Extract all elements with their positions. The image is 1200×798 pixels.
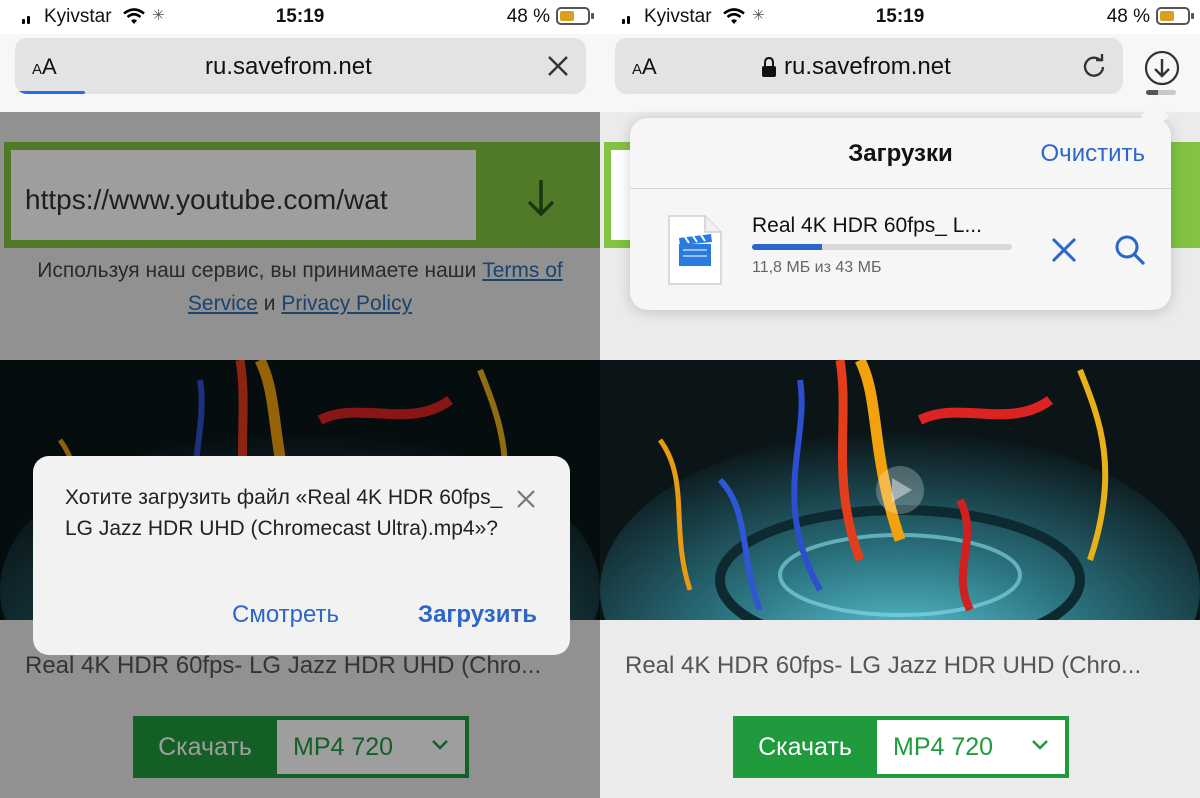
close-icon[interactable] [546, 54, 570, 78]
chevron-down-icon [1032, 740, 1048, 750]
reload-icon[interactable] [1081, 53, 1107, 79]
downloads-icon[interactable] [1144, 50, 1180, 86]
battery-icon [556, 7, 594, 25]
battery-percent: 48 % [506, 6, 550, 27]
battery-icon [1156, 7, 1194, 25]
left-phone-screen: Kyivstar ✳ 15:19 48 % AA ru.savefrom.net… [0, 0, 600, 798]
page-load-progress [15, 91, 85, 94]
browser-toolbar: AA ru.savefrom.net [0, 34, 600, 112]
status-bar: Kyivstar ✳ 15:19 48 % [600, 0, 1200, 136]
lock-icon [762, 57, 776, 77]
url-text: ru.savefrom.net [762, 53, 951, 81]
video-file-icon [668, 215, 722, 285]
video-thumbnail[interactable] [600, 360, 1200, 620]
download-progress-text: 11,8 МБ из 43 МБ [752, 259, 882, 276]
address-bar[interactable]: AA ru.savefrom.net [615, 38, 1123, 94]
dialog-message: Хотите загрузить файл «Real 4K HDR 60fps… [65, 486, 503, 540]
clear-downloads-button[interactable]: Очистить [1041, 140, 1145, 168]
modal-dim-overlay [0, 112, 600, 798]
download-button[interactable]: Скачать [733, 716, 877, 778]
address-bar[interactable]: AA ru.savefrom.net [15, 38, 586, 94]
close-icon[interactable] [516, 489, 536, 509]
downloads-popover: Загрузки Очистить Real 4K HDR 60fps_ L..… [630, 118, 1171, 310]
video-title: Real 4K HDR 60fps- LG Jazz HDR UHD (Chro… [625, 652, 1142, 679]
download-confirm-button[interactable]: Загрузить [418, 601, 537, 629]
divider [630, 188, 1171, 189]
url-text: ru.savefrom.net [205, 53, 372, 80]
toolbar-download-progress [1146, 90, 1176, 95]
show-in-files-icon[interactable] [1114, 234, 1146, 266]
download-row: Скачать MP4 720 [733, 716, 1069, 778]
battery-percent: 48 % [1106, 6, 1150, 27]
status-bar: Kyivstar ✳ 15:19 48 % [0, 0, 600, 136]
format-select[interactable]: MP4 720 [877, 720, 1065, 774]
text-size-button[interactable]: AA [32, 54, 57, 80]
download-file-name: Real 4K HDR 60fps_ L... [752, 214, 982, 237]
text-size-button[interactable]: AA [632, 54, 657, 80]
download-progress-bar [752, 244, 1012, 250]
cancel-download-icon[interactable] [1050, 236, 1078, 264]
browser-toolbar: AA ru.savefrom.net [600, 34, 1200, 112]
download-confirm-dialog: Хотите загрузить файл «Real 4K HDR 60fps… [33, 456, 570, 655]
watch-button[interactable]: Смотреть [232, 601, 339, 629]
